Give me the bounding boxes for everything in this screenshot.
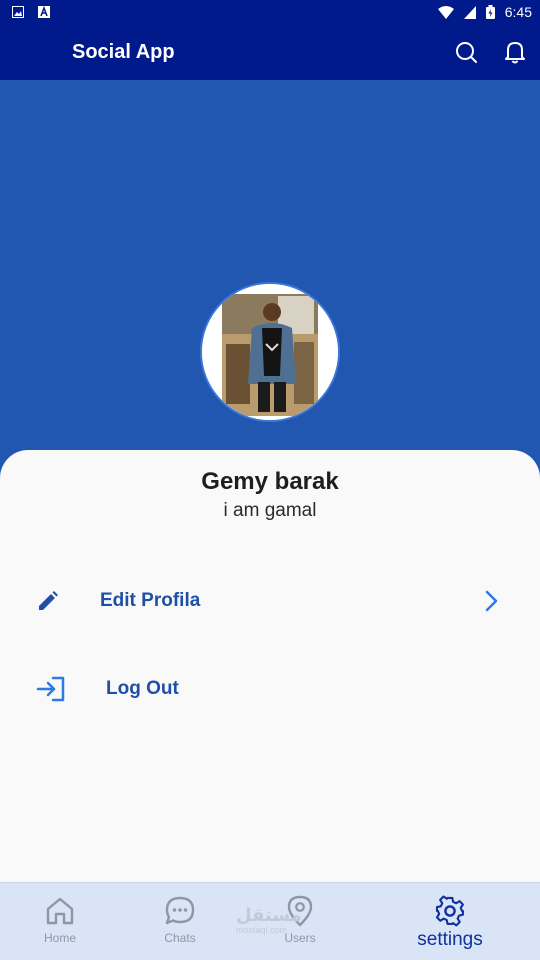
- edit-profile-row[interactable]: Edit Profila: [0, 576, 540, 626]
- watermark-text: مستقل: [236, 905, 302, 925]
- gear-icon: [435, 895, 464, 927]
- wifi-icon: [437, 5, 454, 19]
- signal-icon: [463, 5, 476, 19]
- logout-icon: [36, 676, 65, 702]
- nav-home[interactable]: Home: [30, 883, 90, 960]
- watermark-logo: مستقل mostaql.com: [236, 906, 302, 935]
- home-icon: [46, 897, 74, 925]
- nav-chats-label: Chats: [164, 931, 196, 945]
- status-right: 6:45: [437, 4, 532, 20]
- profile-name: Gemy barak: [201, 468, 339, 495]
- status-time: 6:45: [504, 4, 532, 20]
- nav-settings-label: settings: [417, 929, 483, 950]
- notification-bell-icon[interactable]: [504, 40, 526, 64]
- nav-settings[interactable]: settings: [400, 883, 500, 960]
- nav-chats[interactable]: Chats: [150, 883, 210, 960]
- profile-bio: i am gamal: [223, 500, 317, 521]
- status-left: [12, 6, 50, 18]
- edit-pencil-icon: [39, 591, 58, 610]
- edit-profile-label: Edit Profila: [100, 590, 201, 611]
- avatar[interactable]: [200, 282, 340, 422]
- search-icon[interactable]: [454, 40, 478, 64]
- app-title: Social App: [72, 40, 175, 63]
- app-bar: Social App: [0, 24, 540, 80]
- battery-icon: [485, 5, 495, 19]
- gallery-icon: [12, 6, 24, 18]
- watermark-url: mostaql.com: [236, 925, 288, 935]
- logout-row[interactable]: Log Out: [0, 664, 540, 714]
- app-bar-actions: [454, 40, 526, 64]
- app-notification-icon: [38, 6, 50, 18]
- chat-bubble-icon: [165, 896, 195, 925]
- nav-home-label: Home: [43, 931, 76, 945]
- logout-label: Log Out: [106, 678, 179, 699]
- chevron-right-icon: [485, 590, 498, 612]
- avatar-photo: [202, 284, 338, 420]
- status-bar: 6:45: [0, 0, 540, 24]
